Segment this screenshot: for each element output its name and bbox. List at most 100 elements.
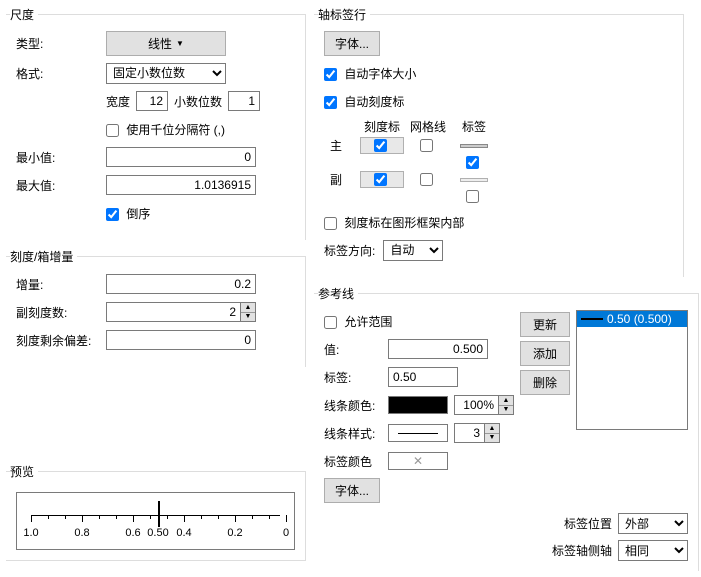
dec-label: 小数位数 <box>174 93 222 110</box>
pos-label: 标签位置 <box>564 515 612 532</box>
max-input[interactable] <box>106 175 256 195</box>
delete-button[interactable]: 删除 <box>520 370 570 395</box>
min-input[interactable] <box>106 147 256 167</box>
major-grid-swatch[interactable] <box>460 144 488 148</box>
preview-group: 预览 1.0 0.8 <box>6 463 306 561</box>
major-tick-cb[interactable] <box>374 139 387 152</box>
minor-label: 副刻度数: <box>16 304 106 321</box>
inside-checkbox[interactable] <box>324 217 337 230</box>
minor-input[interactable] <box>106 302 240 322</box>
lblcolor-label: 标签颜色 <box>324 453 388 470</box>
side-select[interactable]: 相同 <box>618 540 688 561</box>
list-item-line-icon <box>581 318 603 320</box>
spin-up-icon[interactable]: ▲ <box>241 303 255 313</box>
allow-label[interactable]: 允许范围 <box>324 313 392 330</box>
offset-input[interactable] <box>106 330 256 350</box>
preview-tick-6: 0 <box>283 527 289 539</box>
preview-tick-5: 0.2 <box>227 527 242 539</box>
pos-select[interactable]: 外部 <box>618 513 688 534</box>
ref-listbox[interactable]: 0.50 (0.500) <box>576 310 688 430</box>
preview-canvas: 1.0 0.8 0.6 0.50 0.4 0.2 0 <box>16 492 295 550</box>
auto-font-label[interactable]: 自动字体大小 <box>324 65 416 82</box>
style-input[interactable] <box>454 423 484 443</box>
increment-group: 刻度/箱增量 增量: 副刻度数: ▲ ▼ 刻度剩余偏差: <box>6 248 306 367</box>
preview-tick-3: 0.50 <box>147 527 168 539</box>
line-color-swatch[interactable] <box>388 396 448 414</box>
side-label: 标签轴侧轴 <box>552 542 612 559</box>
pct-down[interactable]: ▼ <box>499 406 513 415</box>
minor-tick-cb[interactable] <box>374 173 387 186</box>
auto-tick-checkbox[interactable] <box>324 96 337 109</box>
preview-legend: 预览 <box>10 463 38 480</box>
preview-tick-0: 1.0 <box>23 527 38 539</box>
preview-tick-4: 0.4 <box>176 527 191 539</box>
format-select[interactable]: 固定小数位数 <box>106 63 226 84</box>
spin-down-icon[interactable]: ▼ <box>241 313 255 322</box>
row-minor-label: 副 <box>330 171 358 188</box>
offset-label: 刻度剩余偏差: <box>16 332 106 349</box>
hdr-grid: 网格线 <box>406 118 450 135</box>
format-label: 格式: <box>16 65 106 82</box>
scale-legend: 尺度 <box>10 6 38 23</box>
width-label: 宽度 <box>106 93 130 110</box>
type-dropdown[interactable]: 线性 ▼ <box>106 31 226 56</box>
pct-up[interactable]: ▲ <box>499 396 513 406</box>
minor-grid-swatch[interactable] <box>460 178 488 182</box>
chevron-down-icon: ▼ <box>176 39 184 48</box>
min-label: 最小值: <box>16 149 106 166</box>
list-item-text: 0.50 (0.500) <box>607 312 672 326</box>
hdr-label: 标签 <box>452 118 496 135</box>
width-input[interactable] <box>136 91 168 111</box>
minor-grid-cb[interactable] <box>420 173 433 186</box>
major-grid-cb[interactable] <box>420 139 433 152</box>
orient-select[interactable]: 自动 <box>383 240 443 261</box>
auto-font-checkbox[interactable] <box>324 68 337 81</box>
type-label: 类型: <box>16 35 106 52</box>
axis-font-button[interactable]: 字体... <box>324 31 380 56</box>
ref-legend: 参考线 <box>318 285 358 302</box>
preview-tick-2: 0.6 <box>125 527 140 539</box>
axis-legend: 轴标签行 <box>318 6 370 23</box>
max-label: 最大值: <box>16 177 106 194</box>
list-item[interactable]: 0.50 (0.500) <box>577 311 687 327</box>
color-label: 线条颜色: <box>324 397 388 414</box>
style-label: 线条样式: <box>324 425 388 442</box>
rlabel-label: 标签: <box>324 369 388 386</box>
preview-tick-1: 0.8 <box>74 527 89 539</box>
line-style-sample[interactable] <box>388 424 448 442</box>
type-value: 线性 <box>148 35 172 52</box>
style-spinner[interactable]: ▲▼ <box>454 423 500 443</box>
minor-label-cb[interactable] <box>466 190 479 203</box>
style-down[interactable]: ▼ <box>485 434 499 443</box>
row-major-label: 主 <box>330 137 358 154</box>
ref-font-button[interactable]: 字体... <box>324 478 380 503</box>
dec-input[interactable] <box>228 91 260 111</box>
inside-label[interactable]: 刻度标在图形框架内部 <box>324 214 464 231</box>
reverse-checkbox-label[interactable]: 倒序 <box>106 205 150 222</box>
auto-tick-label[interactable]: 自动刻度标 <box>324 93 404 110</box>
scale-group: 尺度 类型: 线性 ▼ 格式: 固定小数位数 宽度 小数位数 <box>6 6 306 240</box>
minor-spinner[interactable]: ▲ ▼ <box>106 302 256 322</box>
allow-checkbox[interactable] <box>324 316 337 329</box>
inc-input[interactable] <box>106 274 256 294</box>
rlabel-input[interactable] <box>388 367 458 387</box>
axis-group: 轴标签行 字体... 自动字体大小 自动刻度标 刻度标 网格线 <box>314 6 684 277</box>
increment-legend: 刻度/箱增量 <box>10 248 77 265</box>
label-color-swatch[interactable]: ✕ <box>388 452 448 470</box>
major-label-cb[interactable] <box>466 156 479 169</box>
thousands-checkbox-label[interactable]: 使用千位分隔符 (,) <box>106 121 225 138</box>
ref-group: 参考线 允许范围 值: 标签: <box>314 285 699 571</box>
update-button[interactable]: 更新 <box>520 312 570 337</box>
style-up[interactable]: ▲ <box>485 424 499 434</box>
add-button[interactable]: 添加 <box>520 341 570 366</box>
value-label: 值: <box>324 341 388 358</box>
reverse-checkbox[interactable] <box>106 208 119 221</box>
pct-input[interactable] <box>454 395 498 415</box>
value-input[interactable] <box>388 339 488 359</box>
orient-label: 标签方向: <box>324 242 375 259</box>
hdr-tick: 刻度标 <box>360 118 404 135</box>
thousands-checkbox[interactable] <box>106 124 119 137</box>
inc-label: 增量: <box>16 276 106 293</box>
preview-ref-line <box>158 501 160 527</box>
pct-spinner[interactable]: ▲▼ <box>454 395 514 415</box>
